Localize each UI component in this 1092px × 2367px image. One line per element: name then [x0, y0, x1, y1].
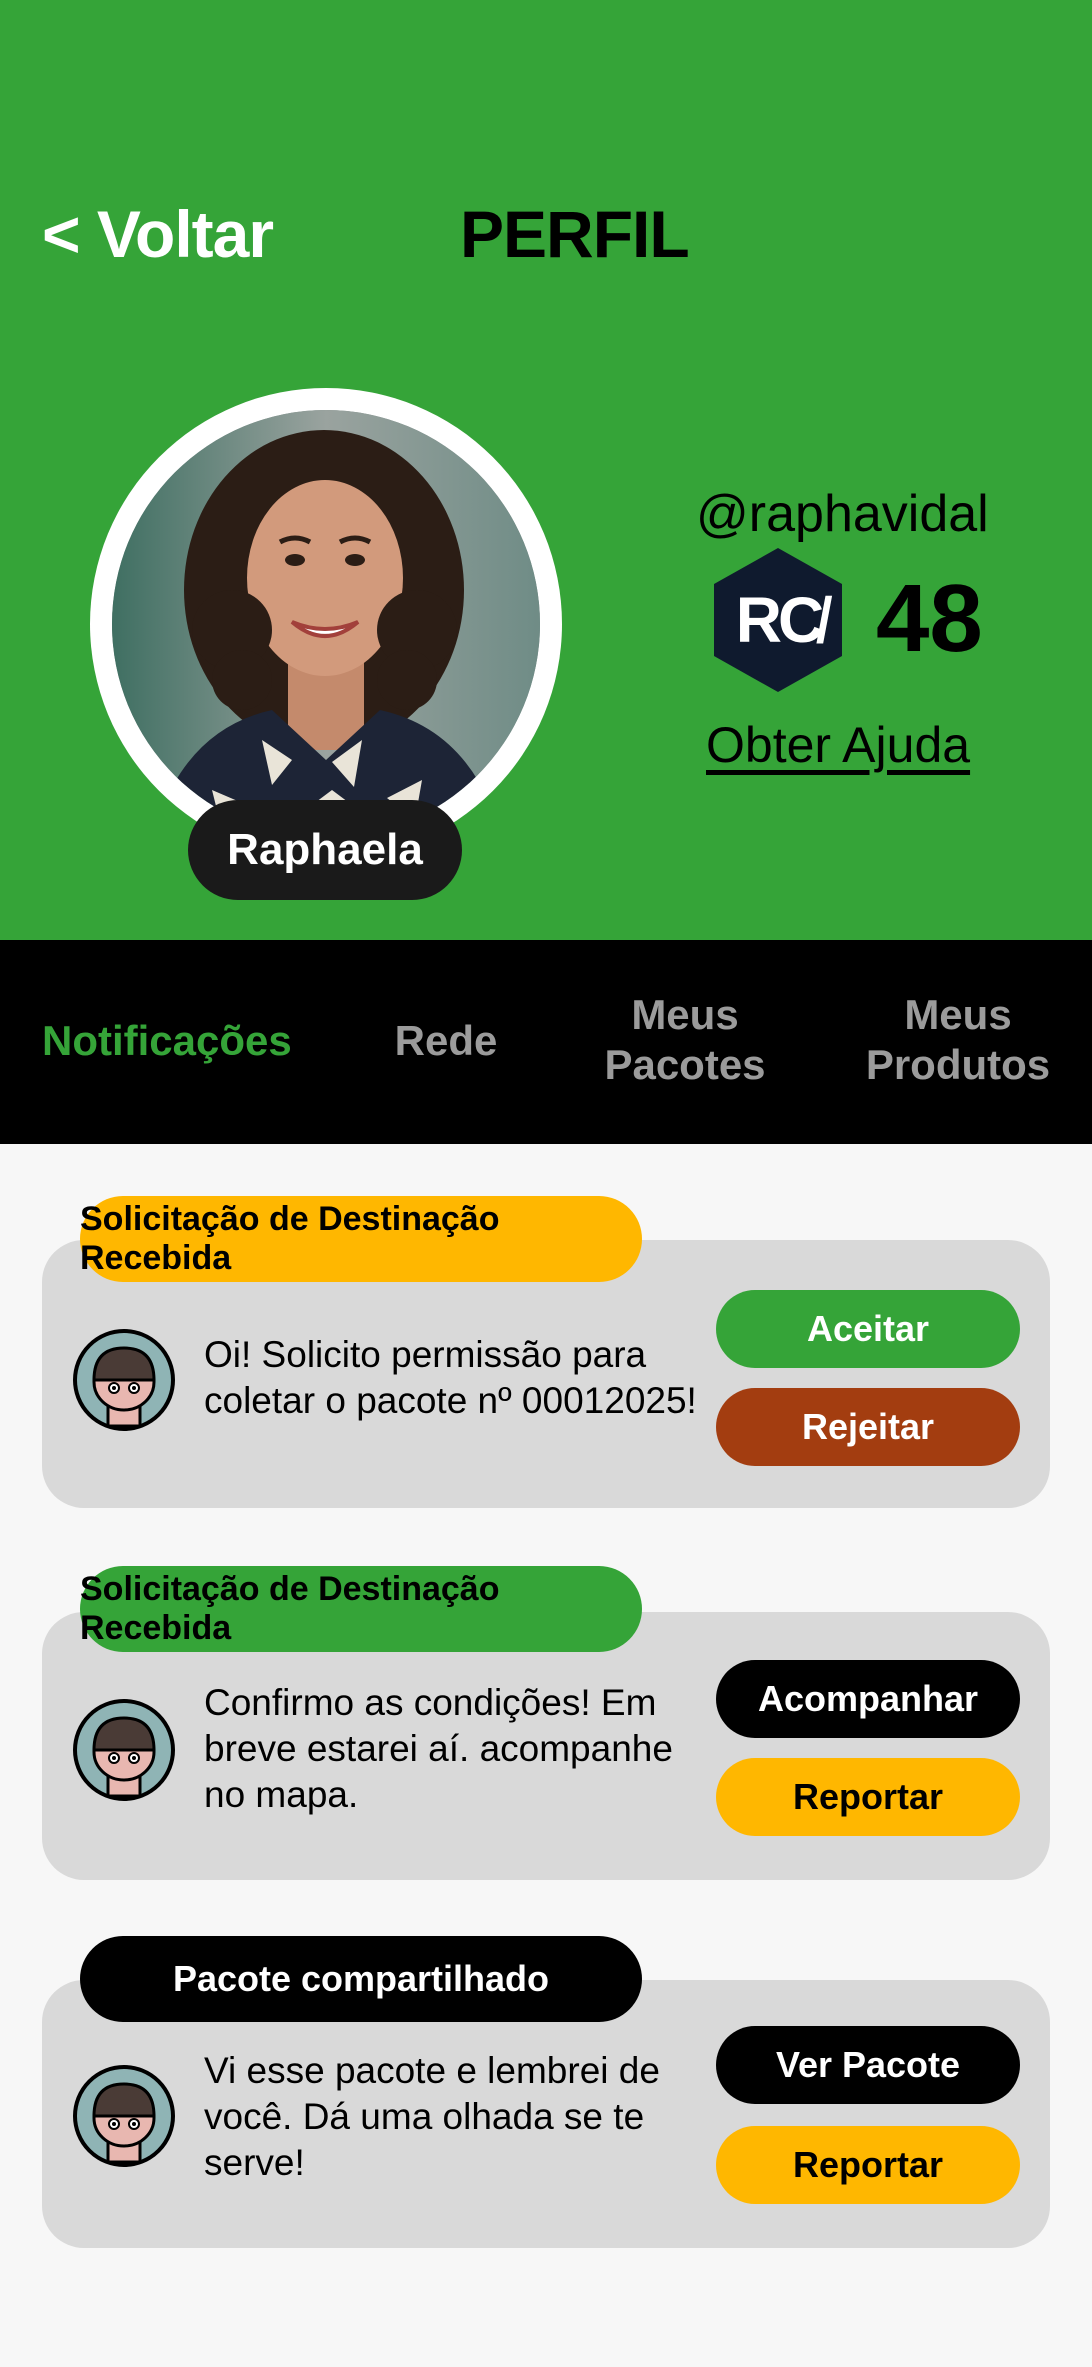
user-avatar-icon: [72, 1328, 176, 1432]
user-avatar-icon: [72, 1698, 176, 1802]
tab-notifications[interactable]: Notificações: [42, 1016, 342, 1066]
notification-card: Confirmo as condições! Em breve estarei …: [42, 1612, 1050, 1880]
user-avatar-icon: [72, 2064, 176, 2168]
report-button[interactable]: Reportar: [716, 2126, 1020, 2204]
view-package-button[interactable]: Ver Pacote: [716, 2026, 1020, 2104]
reject-button[interactable]: Rejeitar: [716, 1388, 1020, 1466]
profile-handle: @raphavidal: [696, 485, 989, 543]
tab-network[interactable]: Rede: [366, 1016, 526, 1066]
notification-title: Solicitação de Destinação Recebida: [80, 1196, 642, 1282]
profile-photo: [112, 410, 540, 838]
page-title: PERFIL: [460, 197, 690, 271]
top-bar: < Voltar PERFIL: [0, 0, 1092, 338]
coin-balance: 48: [876, 565, 983, 672]
tab-my-packages[interactable]: Meus Pacotes: [580, 990, 790, 1090]
profile-photo-frame: [90, 388, 562, 860]
notification-message: Oi! Solicito permissão para coletar o pa…: [204, 1334, 697, 1421]
coin-icon: RC̸: [708, 544, 848, 696]
notification-title: Solicitação de Destinação Recebida: [80, 1566, 642, 1652]
notification-message: Vi esse pacote e lembrei de você. Dá uma…: [204, 2050, 660, 2183]
report-button[interactable]: Reportar: [716, 1758, 1020, 1836]
profile-name-badge: Raphaela: [188, 800, 462, 900]
tab-my-products[interactable]: Meus Produtos: [850, 990, 1066, 1090]
accept-button[interactable]: Aceitar: [716, 1290, 1020, 1368]
track-button[interactable]: Acompanhar: [716, 1660, 1020, 1738]
notification-message: Confirmo as condições! Em breve estarei …: [204, 1682, 673, 1815]
get-help-link[interactable]: Obter Ajuda: [706, 716, 970, 774]
notification-title: Pacote compartilhado: [80, 1936, 642, 2022]
profile-section: Raphaela @raphavidal RC̸ 48 Obter Ajuda: [0, 338, 1092, 940]
tab-bar: Notificações Rede Meus Pacotes Meus Prod…: [0, 940, 1092, 1144]
back-button[interactable]: < Voltar: [42, 196, 274, 272]
coin-symbol: RC̸: [735, 584, 824, 656]
